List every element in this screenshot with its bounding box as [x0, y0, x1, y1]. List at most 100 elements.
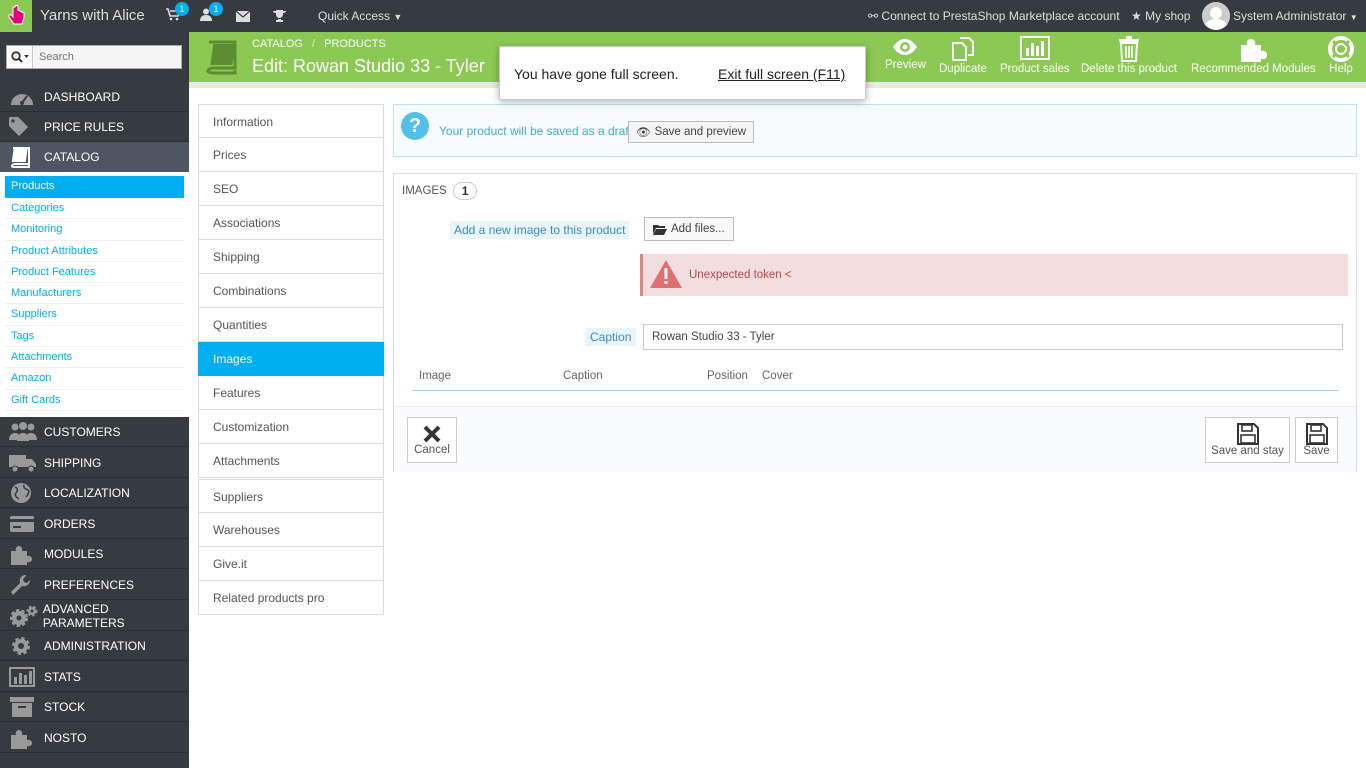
- sidebar-item-label: MODULES: [44, 546, 104, 561]
- sidebar-item-shipping[interactable]: SHIPPING: [0, 448, 189, 478]
- submenu-categories[interactable]: Categories: [5, 198, 184, 220]
- sidebar-item-label: SHIPPING: [44, 455, 102, 470]
- sidebar-item-label: ADMINISTRATION: [44, 638, 146, 653]
- search-type-button[interactable]: [7, 46, 33, 68]
- dashboard-icon: [0, 87, 44, 107]
- cogs-icon: [0, 605, 43, 627]
- cart-notification[interactable]: 1: [166, 2, 189, 24]
- sidebar-item-localization[interactable]: LOCALIZATION: [0, 478, 189, 508]
- exit-fullscreen-link[interactable]: Exit full screen (F11): [718, 66, 845, 82]
- sidebar-item-stock[interactable]: STOCK: [0, 692, 189, 722]
- images-panel-heading: IMAGES 1: [402, 182, 478, 200]
- sidebar-item-advanced-parameters[interactable]: ADVANCED PARAMETERS: [0, 601, 189, 631]
- sidebar-item-label: CATALOG: [44, 150, 100, 164]
- floppy-disk-icon: [1305, 423, 1328, 445]
- add-files-button[interactable]: Add files...: [644, 217, 734, 241]
- submenu-amazon[interactable]: Amazon: [5, 368, 184, 390]
- tab-images[interactable]: Images: [198, 342, 384, 376]
- submenu-tags[interactable]: Tags: [5, 326, 184, 348]
- sidebar: DASHBOARD PRICE RULES CATALOG Products C…: [0, 32, 189, 768]
- prestashop-logo[interactable]: [0, 0, 32, 32]
- submenu-manufacturers[interactable]: Manufacturers: [5, 283, 184, 305]
- sidebar-item-label: ORDERS: [44, 516, 96, 531]
- trophy-button[interactable]: [273, 10, 286, 25]
- sidebar-item-label: NOSTO: [44, 730, 87, 745]
- tab-attachments[interactable]: Attachments: [198, 444, 384, 478]
- save-and-preview-button[interactable]: 👁 Save and preview: [628, 121, 755, 143]
- tab-warehouses[interactable]: Warehouses: [198, 513, 384, 547]
- preview-button[interactable]: Preview: [885, 36, 926, 71]
- question-icon: ?: [401, 112, 429, 140]
- tab-customization[interactable]: Customization: [198, 410, 384, 444]
- sidebar-item-catalog[interactable]: CATALOG: [0, 142, 189, 173]
- add-files-label: Add files...: [671, 223, 725, 235]
- submenu-gift-cards[interactable]: Gift Cards: [5, 390, 184, 411]
- customer-notification[interactable]: 1: [200, 2, 223, 24]
- duplicate-button[interactable]: Duplicate: [939, 36, 987, 75]
- sidebar-item-administration[interactable]: ADMINISTRATION: [0, 631, 189, 661]
- search-input[interactable]: [33, 46, 181, 68]
- tab-prices[interactable]: Prices: [198, 138, 384, 172]
- folder-open-icon: [653, 224, 667, 235]
- tab-associations[interactable]: Associations: [198, 206, 384, 240]
- tab-related-products-pro[interactable]: Related products pro: [198, 581, 384, 615]
- sidebar-item-label: STOCK: [44, 699, 86, 714]
- quick-access-dropdown[interactable]: Quick Access ▼: [318, 9, 402, 23]
- product-sales-button[interactable]: Product sales: [1000, 36, 1070, 75]
- tab-quantities[interactable]: Quantities: [198, 308, 384, 342]
- tab-combinations[interactable]: Combinations: [198, 274, 384, 308]
- bar-chart-icon: [1019, 36, 1050, 60]
- submenu-suppliers[interactable]: Suppliers: [5, 304, 184, 326]
- life-ring-icon: [1328, 36, 1354, 62]
- breadcrumb-products[interactable]: PRODUCTS: [324, 38, 386, 50]
- messages-notification[interactable]: [235, 10, 251, 25]
- connect-marketplace-link[interactable]: ⚯ Connect to PrestaShop Marketplace acco…: [868, 9, 1120, 23]
- page-title: Edit: Rowan Studio 33 - Tyler: [252, 56, 485, 76]
- tab-features[interactable]: Features: [198, 376, 384, 410]
- my-shop-link[interactable]: ★ My shop: [1131, 9, 1190, 23]
- sidebar-item-customers[interactable]: CUSTOMERS: [0, 417, 189, 447]
- images-table-header: Image Caption Position Cover: [412, 364, 1338, 391]
- sidebar-item-preferences[interactable]: PREFERENCES: [0, 570, 189, 600]
- submenu-product-features[interactable]: Product Features: [5, 262, 184, 284]
- users-icon: [0, 421, 44, 442]
- delete-product-button[interactable]: Delete this product: [1081, 36, 1177, 75]
- tags-icon: [0, 116, 44, 138]
- link-icon: ⚯: [868, 9, 879, 23]
- trophy-icon: [273, 10, 286, 22]
- cancel-button[interactable]: Cancel: [407, 417, 457, 463]
- submenu-products[interactable]: Products: [5, 176, 184, 198]
- sidebar-item-dashboard[interactable]: DASHBOARD: [0, 82, 189, 112]
- delete-product-label: Delete this product: [1081, 63, 1177, 75]
- submenu-product-attributes[interactable]: Product Attributes: [5, 241, 184, 262]
- save-and-preview-label: Save and preview: [654, 126, 747, 138]
- submenu-attachments[interactable]: Attachments: [5, 347, 184, 369]
- help-button[interactable]: Help: [1328, 36, 1354, 75]
- catalog-book-icon: [201, 39, 241, 78]
- archive-icon: [0, 696, 44, 718]
- tab-seo[interactable]: SEO: [198, 172, 384, 206]
- tab-give-it[interactable]: Give.it: [198, 547, 384, 581]
- breadcrumb-catalog[interactable]: CATALOG: [252, 38, 303, 50]
- recommended-modules-button[interactable]: Recommended Modules: [1191, 36, 1316, 75]
- sidebar-item-orders[interactable]: ORDERS: [0, 509, 189, 539]
- avatar[interactable]: [1202, 2, 1230, 30]
- caption-input[interactable]: [643, 324, 1343, 350]
- sidebar-item-modules[interactable]: MODULES: [0, 539, 189, 569]
- sidebar-item-stats[interactable]: STATS: [0, 662, 189, 692]
- error-alert: Unexpected token <: [640, 254, 1348, 296]
- search-icon: [10, 51, 29, 63]
- shop-name[interactable]: Yarns with Alice: [40, 7, 145, 24]
- sidebar-item-nosto[interactable]: NOSTO: [0, 723, 189, 753]
- tab-suppliers[interactable]: Suppliers: [198, 479, 384, 513]
- submenu-monitoring[interactable]: Monitoring: [5, 219, 184, 241]
- breadcrumb-separator: /: [312, 38, 316, 50]
- admin-menu[interactable]: System Administrator ▼: [1233, 9, 1358, 23]
- tab-shipping[interactable]: Shipping: [198, 240, 384, 274]
- save-and-stay-button[interactable]: Save and stay: [1205, 417, 1290, 463]
- help-label: Help: [1329, 63, 1353, 75]
- save-button[interactable]: Save: [1295, 417, 1338, 463]
- tab-information[interactable]: Information: [198, 104, 384, 138]
- duplicate-label: Duplicate: [939, 63, 987, 75]
- sidebar-item-price-rules[interactable]: PRICE RULES: [0, 112, 189, 142]
